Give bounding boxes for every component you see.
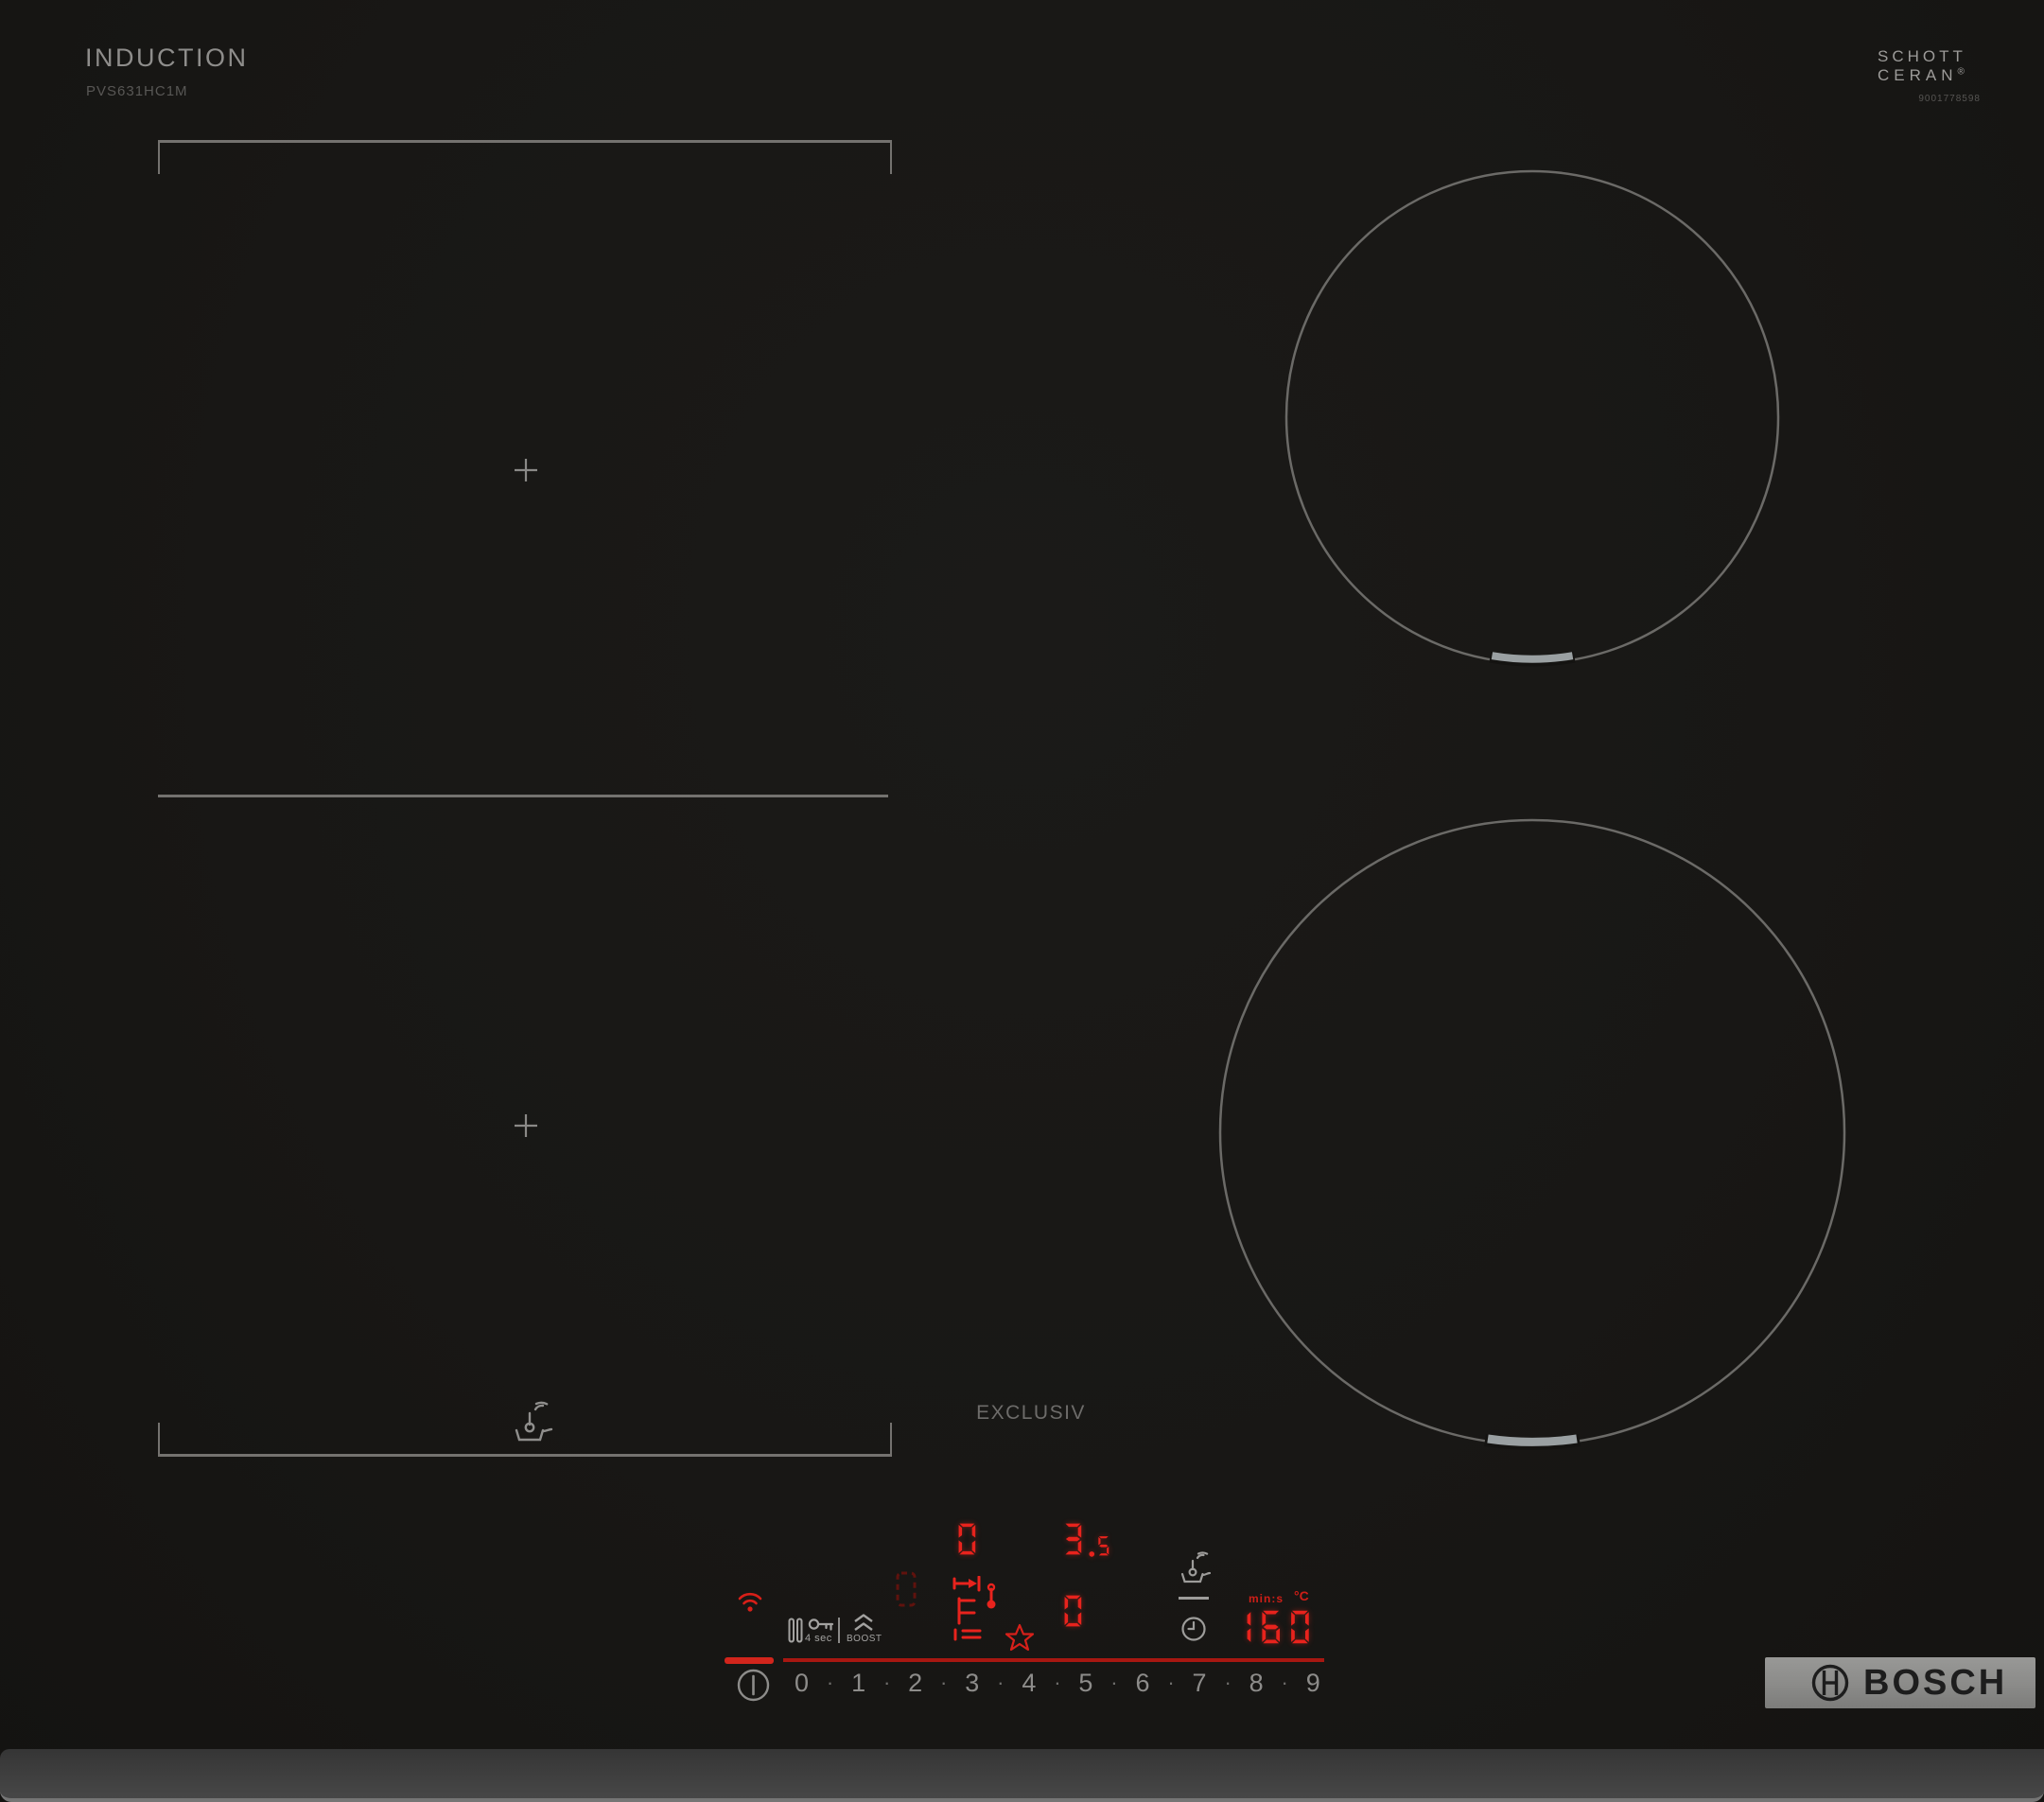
- timer-unit-temp: °C: [1294, 1588, 1309, 1603]
- keypad-dot: ·: [826, 1671, 834, 1694]
- keypad-key-3[interactable]: 3: [965, 1669, 979, 1698]
- favourite-star-key[interactable]: [1005, 1623, 1035, 1653]
- keypad-dot: ·: [940, 1671, 948, 1694]
- front-trim-rail: [0, 1749, 2044, 1802]
- timer-unit-time: min:s: [1249, 1592, 1284, 1605]
- keypad-key-7[interactable]: 7: [1193, 1669, 1207, 1698]
- cooking-zone-rings: [1218, 169, 1846, 1450]
- keypad-dot: ·: [1224, 1671, 1232, 1694]
- induction-hob-surface: INDUCTION PVS631HC1M SCHOTT CERAN® 90017…: [0, 0, 2044, 1802]
- bosch-armature-icon: [1811, 1664, 1849, 1702]
- keypad-key-6[interactable]: 6: [1135, 1669, 1149, 1698]
- zone-ring-front-right: [1218, 818, 1846, 1446]
- brand-badge: BOSCH: [1765, 1657, 2035, 1708]
- led-left-setting: [1061, 1521, 1115, 1557]
- keypad-dot: ·: [997, 1671, 1005, 1694]
- keypad-key-8[interactable]: 8: [1249, 1669, 1264, 1698]
- timer-clock-key[interactable]: [1180, 1616, 1207, 1642]
- pan-transfer-indicator: [952, 1576, 996, 1641]
- pot-detection-icon: [896, 1571, 917, 1607]
- zone-marker-rear-right: [1491, 652, 1574, 663]
- keypad-dot: ·: [1281, 1671, 1288, 1694]
- led-left-front-level: [1061, 1593, 1089, 1629]
- fry-sensor-key-icon[interactable]: [1177, 1551, 1214, 1585]
- power-slider-track[interactable]: [783, 1658, 1324, 1662]
- brand-name: BOSCH: [1863, 1662, 2008, 1703]
- keypad-key-2[interactable]: 2: [908, 1669, 922, 1698]
- keypad-dot: ·: [1110, 1671, 1118, 1694]
- childlock-hold-label: 4 sec: [805, 1633, 832, 1644]
- keypad-dot: ·: [1054, 1671, 1061, 1694]
- series-label: EXCLUSIV: [976, 1402, 1086, 1424]
- boost-key-icon[interactable]: [853, 1614, 874, 1632]
- keypad-dot: ·: [882, 1671, 891, 1694]
- childlock-key-icon[interactable]: [808, 1616, 834, 1634]
- timer-dash-indicator: [1179, 1597, 1209, 1600]
- pause-key-icon[interactable]: [788, 1618, 803, 1643]
- power-key[interactable]: [736, 1668, 771, 1703]
- zone-ring-rear-right: [1284, 169, 1780, 665]
- keypad[interactable]: 0 · 1 · 2 · 3 · 4 · 5 · 6 · 7 · 8 · 9: [795, 1667, 1320, 1699]
- panel-divider: [838, 1618, 840, 1643]
- power-slider-active-segment[interactable]: [725, 1657, 774, 1664]
- keypad-key-4[interactable]: 4: [1022, 1669, 1036, 1698]
- keypad-key-5[interactable]: 5: [1078, 1669, 1092, 1698]
- wifi-home-connect-key[interactable]: [738, 1591, 762, 1613]
- keypad-key-9[interactable]: 9: [1306, 1669, 1320, 1698]
- keypad-key-1[interactable]: 1: [851, 1669, 865, 1698]
- keypad-dot: ·: [1167, 1671, 1175, 1694]
- boost-label: BOOST: [847, 1634, 882, 1644]
- zone-marker-front-right: [1487, 1434, 1578, 1446]
- led-left-rear-level: [955, 1521, 983, 1557]
- led-timer-value: [1230, 1608, 1317, 1646]
- keypad-key-0[interactable]: 0: [795, 1669, 809, 1698]
